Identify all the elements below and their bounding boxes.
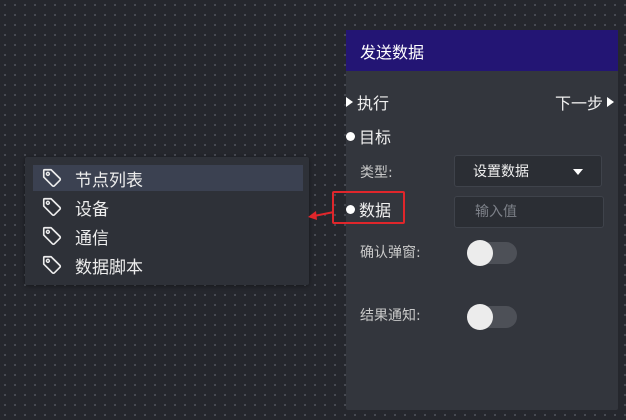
menu-item-communication[interactable]: 通信 (33, 223, 303, 249)
node-type-menu: 节点列表 设备 通信 数据脚本 (25, 157, 309, 285)
target-label: 目标 (359, 128, 392, 147)
tag-icon (42, 226, 62, 245)
exec-in-label: 执行 (357, 94, 390, 113)
notify-label: 结果通知: (360, 308, 421, 324)
caret-down-icon (573, 169, 583, 175)
highlight-box (332, 191, 405, 224)
type-select-value: 设置数据 (473, 164, 529, 180)
confirm-label: 确认弹窗: (360, 245, 421, 261)
toggle-knob (467, 240, 493, 266)
target-port[interactable]: 目标 (346, 125, 391, 147)
menu-item-label: 设备 (75, 199, 109, 220)
port-dot-icon (346, 131, 355, 141)
menu-item-device[interactable]: 设备 (33, 194, 303, 220)
node-title: 发送数据 (360, 42, 425, 62)
menu-item-node-list[interactable]: 节点列表 (33, 165, 303, 191)
menu-item-label: 数据脚本 (75, 257, 143, 278)
confirm-toggle[interactable] (467, 240, 517, 266)
type-label: 类型: (360, 165, 393, 181)
exec-out-label: 下一步 (554, 94, 603, 113)
menu-item-data-script[interactable]: 数据脚本 (33, 252, 303, 278)
tag-icon (42, 197, 62, 216)
exec-arrow-icon (346, 97, 353, 107)
node-header[interactable]: 发送数据 (346, 30, 618, 71)
exec-in-port[interactable]: 执行 (346, 91, 389, 113)
annotation-arrow-icon (308, 211, 334, 220)
menu-item-label: 通信 (75, 228, 109, 249)
exec-arrow-icon (607, 97, 614, 107)
toggle-knob (467, 304, 493, 330)
exec-out-port[interactable]: 下一步 (555, 91, 618, 113)
type-select[interactable]: 设置数据 (454, 155, 602, 187)
data-value-input[interactable] (454, 196, 604, 228)
menu-item-label: 节点列表 (75, 170, 143, 191)
tag-icon (42, 168, 62, 187)
notify-toggle[interactable] (467, 304, 517, 330)
tag-icon (42, 255, 62, 274)
